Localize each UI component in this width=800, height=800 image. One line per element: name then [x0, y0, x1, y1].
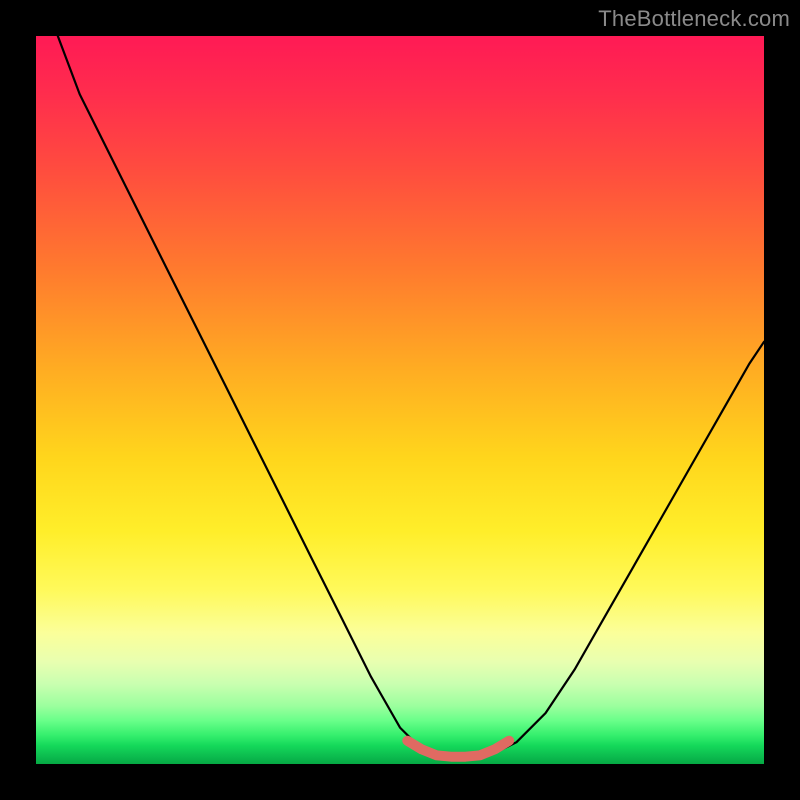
chart-svg: [36, 36, 764, 764]
bottleneck-curve: [58, 36, 764, 757]
chart-frame: TheBottleneck.com: [0, 0, 800, 800]
flat-bottom-marker: [407, 741, 509, 757]
watermark-text: TheBottleneck.com: [598, 6, 790, 32]
plot-area: [36, 36, 764, 764]
